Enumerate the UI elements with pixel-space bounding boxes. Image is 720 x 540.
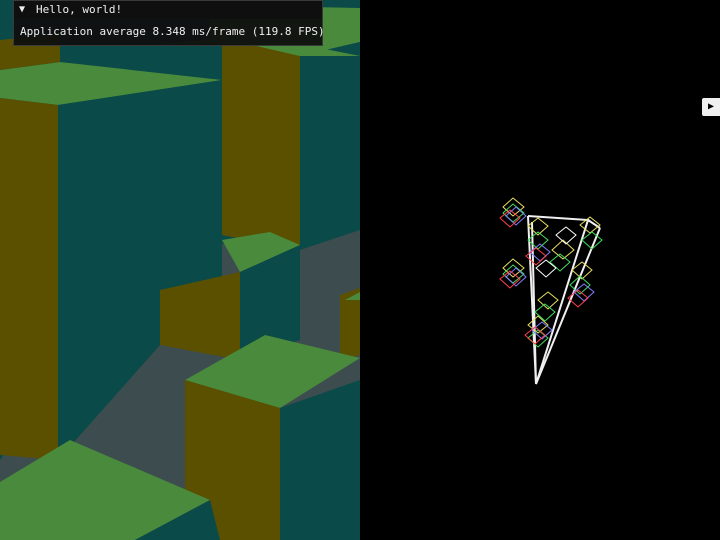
fps-text: Application average 8.348 ms/frame (119.… xyxy=(20,25,325,38)
collapse-triangle-icon[interactable]: ▼ xyxy=(19,1,25,19)
voxel-3d-viewport[interactable]: ▼ Hello, world! Application average 8.34… xyxy=(0,0,360,540)
wireframe-scene xyxy=(499,197,603,385)
window-title: Hello, world! xyxy=(36,3,123,16)
debug-wireframe-viewport[interactable]: ▶ xyxy=(360,0,720,540)
play-triangle-icon[interactable]: ▶ xyxy=(702,98,720,116)
voxel-scene xyxy=(0,0,360,540)
imgui-window[interactable]: ▼ Hello, world! Application average 8.34… xyxy=(13,0,325,46)
imgui-title-bar[interactable]: ▼ Hello, world! xyxy=(14,1,322,19)
